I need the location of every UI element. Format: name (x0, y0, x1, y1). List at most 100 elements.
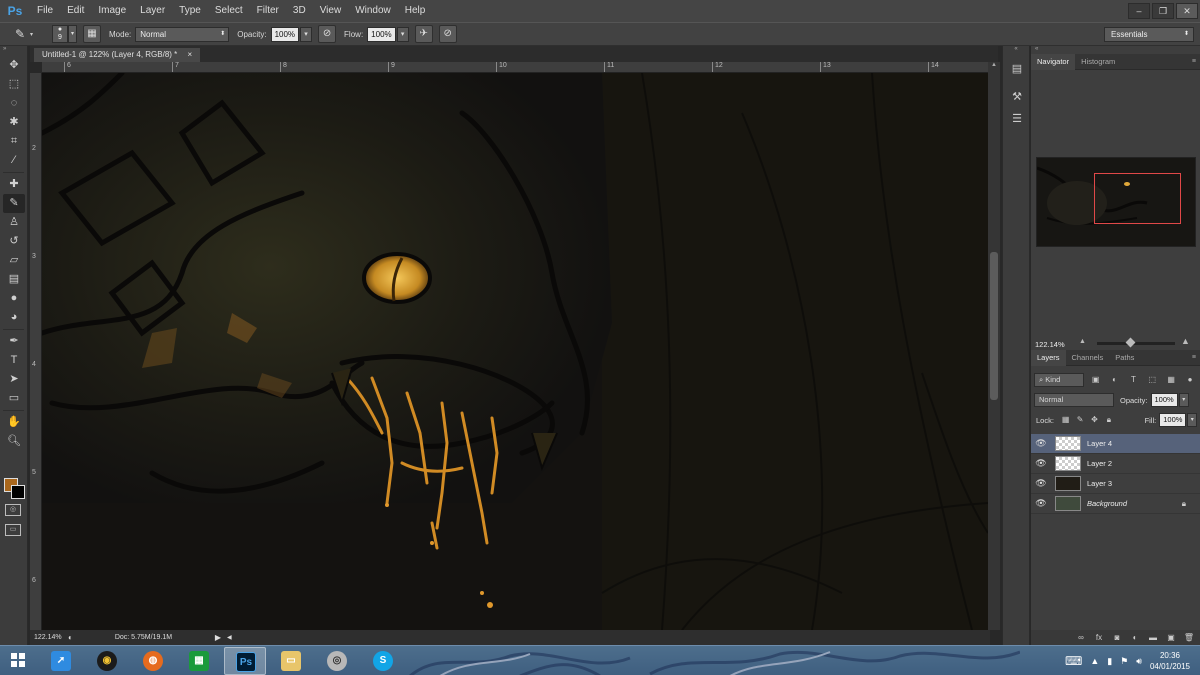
taskbar-app-photoshop[interactable]: Ps (224, 647, 266, 675)
status-export-icon[interactable]: ◐ (68, 633, 73, 642)
keyboard-icon[interactable]: ⌨ (1065, 654, 1082, 668)
healing-brush-tool-icon[interactable]: ✚ (3, 175, 25, 194)
zoom-out-icon[interactable]: ▲ (1079, 338, 1086, 345)
menu-image[interactable]: Image (91, 0, 133, 22)
pen-tool-icon[interactable]: ✒ (3, 332, 25, 351)
blur-tool-icon[interactable]: ● (3, 289, 25, 308)
new-layer-icon[interactable]: ▣ (1164, 633, 1178, 642)
brush-tool-icon[interactable]: ✎ (3, 194, 25, 213)
menu-help[interactable]: Help (398, 0, 433, 22)
layer-row[interactable]: 👁︎ Layer 2 (1031, 454, 1200, 474)
network-signal-icon[interactable]: ▮ (1107, 656, 1112, 667)
new-group-icon[interactable]: ▬ (1146, 633, 1160, 642)
close-button[interactable]: ✕ (1176, 3, 1198, 19)
taskbar-app-media-player[interactable]: ◉ (86, 647, 128, 675)
visibility-eye-icon[interactable]: 👁︎ (1031, 438, 1051, 449)
layer-opacity-dropdown[interactable]: ▾ (1178, 393, 1189, 407)
menu-view[interactable]: View (313, 0, 349, 22)
link-layers-icon[interactable]: ∞ (1074, 633, 1088, 642)
lock-image-icon[interactable]: ✎ (1074, 414, 1085, 426)
type-filter-icon[interactable]: T (1126, 373, 1140, 387)
quick-mask-icon[interactable]: ◎ (5, 504, 21, 516)
tab-layers[interactable]: Layers (1031, 349, 1066, 366)
tab-histogram[interactable]: Histogram (1075, 54, 1121, 70)
taskbar-app-firefox[interactable]: ◍ (132, 647, 174, 675)
zoom-in-icon[interactable]: ▲ (1181, 336, 1190, 346)
brush-size-picker[interactable]: ● 9 (52, 25, 68, 43)
taskbar-app-audio-player[interactable]: ◎ (316, 647, 358, 675)
menu-type[interactable]: Type (172, 0, 208, 22)
action-center-icon[interactable]: ⚑ (1120, 656, 1128, 667)
navigator-thumbnail[interactable] (1036, 157, 1196, 247)
eyedropper-tool-icon[interactable]: ⁄ (3, 151, 25, 170)
volume-icon[interactable]: 🔊︎ (1136, 656, 1142, 667)
screen-mode-icon[interactable]: ▭ (5, 524, 21, 536)
zoom-tool-icon[interactable]: 🔍︎ (3, 432, 25, 451)
navigator-zoom-slider[interactable] (1097, 337, 1175, 348)
dodge-tool-icon[interactable]: ◕ (3, 308, 25, 327)
add-mask-icon[interactable]: ◙ (1110, 633, 1124, 642)
taskbar-app-file-explorer[interactable]: ▭ (270, 647, 312, 675)
fill-dropdown[interactable]: ▾ (1187, 413, 1198, 427)
layer-row[interactable]: 👁︎ Background 🔒︎ (1031, 494, 1200, 514)
document-canvas[interactable] (42, 73, 988, 630)
navigator-view-box[interactable] (1094, 173, 1181, 224)
blend-mode-select[interactable]: Normal (1034, 393, 1114, 407)
delete-layer-icon[interactable]: 🗑︎ (1182, 633, 1196, 642)
quick-select-tool-icon[interactable]: ✱ (3, 113, 25, 132)
layer-style-icon[interactable]: fx (1092, 633, 1106, 642)
path-select-tool-icon[interactable]: ➤ (3, 370, 25, 389)
type-tool-icon[interactable]: T (3, 351, 25, 370)
opacity-input[interactable]: 100% (270, 26, 300, 42)
shape-tool-icon[interactable]: ▭ (3, 389, 25, 408)
panel-menu-icon[interactable]: ≡ (1192, 354, 1196, 361)
tray-expand-icon[interactable]: ▲ (1090, 656, 1099, 666)
taskbar-app-rocket[interactable]: ➚ (40, 647, 82, 675)
tab-channels[interactable]: Channels (1066, 350, 1110, 366)
brush-tool-icon[interactable]: ✎ (10, 25, 30, 43)
taskbar-app-store[interactable]: ▦ (178, 647, 220, 675)
vertical-scrollbar[interactable]: ▲ (988, 62, 1000, 630)
smart-object-filter-icon[interactable]: ▦ (1164, 373, 1178, 387)
navigator-zoom-value[interactable]: 122.14% (1035, 340, 1065, 349)
restore-button[interactable]: ❐ (1152, 3, 1174, 19)
crop-tool-icon[interactable]: ⌗ (3, 132, 25, 151)
history-brush-tool-icon[interactable]: ↺ (3, 232, 25, 251)
menu-file[interactable]: File (30, 0, 60, 22)
tab-navigator[interactable]: Navigator (1031, 53, 1076, 70)
brush-panel-icon[interactable]: ▦ (83, 25, 101, 43)
panel-menu-icon[interactable]: ≡ (1192, 58, 1196, 65)
zoom-slider-knob[interactable] (1125, 337, 1136, 348)
start-button[interactable] (4, 648, 32, 674)
lasso-tool-icon[interactable]: ◌ (3, 94, 25, 113)
brush-presets-icon[interactable]: ⚒ (1007, 88, 1027, 106)
airbrush-icon[interactable]: ✈ (414, 25, 433, 43)
menu-select[interactable]: Select (208, 0, 250, 22)
gradient-tool-icon[interactable]: ▤ (3, 270, 25, 289)
pixel-filter-icon[interactable]: ▣ (1089, 373, 1103, 387)
adjustment-layer-icon[interactable]: ◐ (1128, 633, 1142, 642)
layer-opacity-input[interactable]: 100% (1150, 393, 1178, 407)
vertical-scroll-thumb[interactable] (990, 252, 998, 400)
tab-paths[interactable]: Paths (1109, 350, 1140, 366)
brush-picker-dropdown[interactable]: ▾ (68, 25, 77, 43)
taskbar-app-skype[interactable]: S (362, 647, 404, 675)
visibility-eye-icon[interactable]: 👁︎ (1031, 458, 1051, 469)
status-menu-arrow-icon[interactable]: ▶ (215, 633, 221, 642)
pressure-opacity-icon[interactable]: ⊘ (318, 25, 337, 43)
layer-kind-select[interactable]: ⌕ Kind (1034, 373, 1084, 387)
workspace-select[interactable]: Essentials ⬍ (1104, 27, 1194, 42)
panel-collapse-icon[interactable]: » (0, 46, 27, 56)
lock-position-icon[interactable]: ✥ (1089, 414, 1100, 426)
marquee-tool-icon[interactable]: ⬚ (3, 75, 25, 94)
layer-row[interactable]: 👁︎ Layer 4 (1031, 434, 1200, 454)
tool-preset-dropdown[interactable]: ▾ (30, 31, 38, 38)
filter-toggle-icon[interactable]: ● (1183, 373, 1197, 387)
history-panel-icon[interactable]: ▤ (1007, 60, 1027, 78)
visibility-eye-icon[interactable]: 👁︎ (1031, 478, 1051, 489)
zoom-level[interactable]: 122.14% (30, 634, 68, 641)
adjustment-filter-icon[interactable]: ◐ (1108, 373, 1122, 387)
minimize-button[interactable]: – (1128, 3, 1150, 19)
mode-select[interactable]: Normal ⬍ (135, 26, 230, 42)
pressure-size-icon[interactable]: ⊘ (438, 25, 457, 43)
